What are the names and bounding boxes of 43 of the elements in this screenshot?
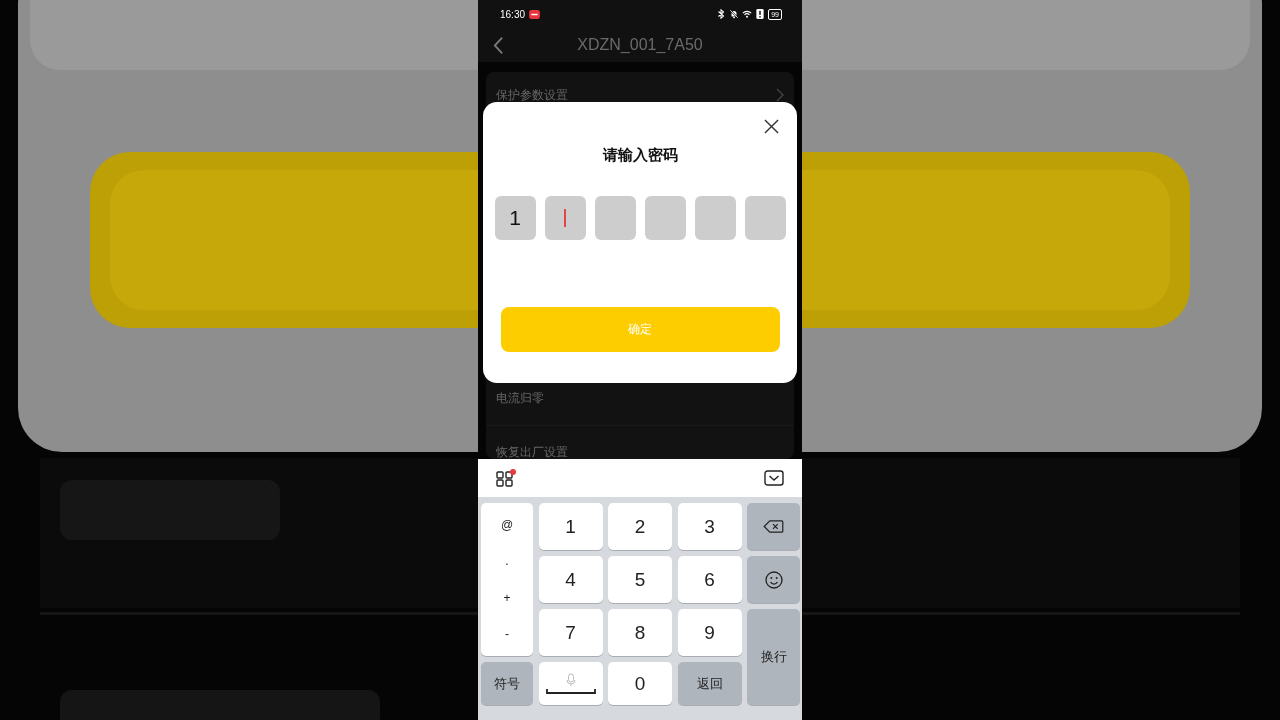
code-cell[interactable]	[644, 196, 686, 240]
digit-key[interactable]: 0	[608, 662, 672, 705]
status-time: 16:30	[500, 8, 526, 20]
digit-key[interactable]: 4	[538, 556, 603, 603]
digit-key[interactable]: 5	[608, 556, 672, 603]
chevron-icon	[776, 88, 784, 102]
backspace-key[interactable]	[747, 503, 800, 550]
microphone-space-icon	[545, 672, 596, 695]
digit-key[interactable]: 8	[608, 609, 672, 656]
symbols-key[interactable]: 符号	[481, 662, 533, 705]
close-icon[interactable]	[764, 119, 779, 134]
digit-key[interactable]: 1	[538, 503, 603, 550]
backspace-icon	[763, 520, 784, 533]
grid-icon[interactable]	[496, 469, 514, 487]
screen-title: XDZN_001_7A50	[577, 36, 703, 54]
mute-bell-icon	[729, 9, 740, 19]
alert-icon	[755, 9, 766, 19]
digit-key[interactable]: 3	[677, 503, 742, 550]
symbol-key[interactable]: @	[500, 518, 514, 533]
bluetooth-icon	[716, 9, 727, 19]
code-cell[interactable]	[694, 196, 736, 240]
space-key[interactable]	[538, 662, 603, 705]
notification-icon	[529, 9, 541, 19]
text-cursor	[564, 209, 566, 227]
return-key[interactable]: 返回	[677, 662, 742, 705]
symbol-key[interactable]: +	[503, 590, 511, 605]
digit-key[interactable]: 6	[677, 556, 742, 603]
back-icon[interactable]	[493, 35, 504, 55]
code-cell[interactable]	[594, 196, 636, 240]
digit-key[interactable]: 7	[538, 609, 603, 656]
smiley-icon	[764, 570, 783, 589]
digit-key[interactable]: 9	[677, 609, 742, 656]
code-cell[interactable]	[544, 196, 586, 240]
digit-key[interactable]: 2	[608, 503, 672, 550]
symbol-key[interactable]: -	[505, 626, 509, 641]
wifi-icon	[742, 9, 753, 19]
keyboard-hide-icon[interactable]	[764, 470, 784, 486]
code-cell[interactable]: 1	[494, 196, 536, 240]
dialog-title: 请输入密码	[602, 146, 678, 165]
symbol-key-column[interactable]: @ . + -	[481, 503, 533, 656]
code-cell[interactable]	[744, 196, 786, 240]
enter-key[interactable]: 换行	[747, 609, 800, 705]
emoji-key[interactable]	[747, 556, 800, 603]
